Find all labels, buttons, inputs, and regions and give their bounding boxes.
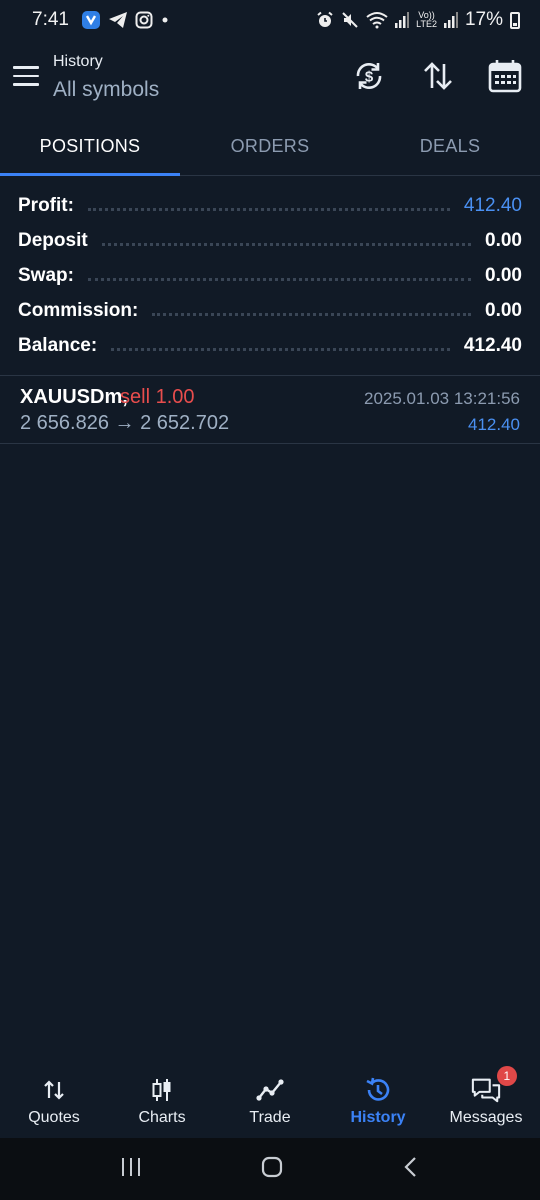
summary-label: Commission:: [18, 299, 139, 321]
alarm-icon: [316, 11, 334, 29]
charts-icon: [147, 1076, 177, 1104]
summary-label: Swap:: [18, 264, 74, 286]
wifi-icon: [366, 11, 388, 29]
system-navigation-bar: [0, 1138, 540, 1200]
symbol-filter[interactable]: All symbols: [53, 78, 159, 102]
nav-charts[interactable]: Charts: [108, 1066, 216, 1136]
summary-label: Balance:: [18, 334, 98, 356]
list-item[interactable]: XAUUSDm, sell 1.00 2 656.826 → 2 652.702…: [0, 376, 540, 443]
summary-label: Deposit: [18, 229, 88, 251]
nav-history[interactable]: History: [324, 1066, 432, 1136]
nav-label: History: [350, 1109, 406, 1126]
summary-row-deposit: Deposit 0.00: [18, 223, 522, 258]
page-title: History: [53, 53, 103, 70]
menu-icon[interactable]: [12, 62, 40, 90]
history-icon: [363, 1076, 393, 1104]
history-tabs: POSITIONS ORDERS DEALS: [0, 124, 540, 176]
summary-row-commission: Commission: 0.00: [18, 293, 522, 328]
position-side: sell 1.00: [120, 386, 195, 408]
nav-quotes[interactable]: Quotes: [0, 1066, 108, 1136]
summary-value: 412.40: [463, 334, 522, 356]
summary-row-swap: Swap: 0.00: [18, 258, 522, 293]
tab-positions[interactable]: POSITIONS: [0, 124, 180, 176]
nav-trade[interactable]: Trade: [216, 1066, 324, 1136]
position-profit: 412.40: [468, 415, 520, 434]
dotted-leader: [152, 313, 472, 316]
nav-label: Charts: [138, 1109, 186, 1126]
signal-icon: [395, 12, 410, 28]
nav-label: Trade: [249, 1109, 291, 1126]
unread-badge: 1: [496, 1066, 517, 1086]
mute-icon: [341, 11, 359, 29]
battery-icon: [510, 11, 520, 29]
sort-icon[interactable]: [420, 58, 456, 94]
messages-icon: [471, 1076, 501, 1104]
dot-icon: [160, 15, 170, 25]
position-datetime: 2025.01.03 13:21:56: [364, 389, 520, 408]
recent-apps-icon[interactable]: [119, 1156, 143, 1183]
home-icon[interactable]: [260, 1155, 284, 1184]
summary-panel: Profit: 412.40 Deposit 0.00 Swap: 0.00 C…: [18, 188, 522, 363]
quotes-icon: [39, 1076, 69, 1104]
dotted-leader: [111, 348, 450, 351]
calendar-icon[interactable]: [487, 58, 523, 94]
signal-icon: [443, 12, 458, 28]
dotted-leader: [87, 278, 472, 281]
divider: [0, 443, 540, 444]
back-icon[interactable]: [401, 1155, 421, 1184]
summary-value: 0.00: [485, 264, 522, 286]
summary-value: 0.00: [485, 229, 522, 251]
summary-row-profit: Profit: 412.40: [18, 188, 522, 223]
status-time: 7:41: [32, 9, 69, 30]
summary-value: 412.40: [463, 194, 522, 216]
summary-value: 0.00: [485, 299, 522, 321]
trade-icon: [255, 1076, 285, 1104]
tab-orders[interactable]: ORDERS: [180, 124, 360, 175]
summary-label: Profit:: [18, 194, 74, 216]
currency-refresh-icon[interactable]: $: [351, 58, 387, 94]
nav-label: Messages: [449, 1109, 523, 1126]
app-header: History All symbols $: [0, 40, 540, 114]
battery-percent: 17%: [464, 9, 503, 30]
nav-label: Quotes: [28, 1109, 80, 1126]
summary-row-balance: Balance: 412.40: [18, 328, 522, 363]
dotted-leader: [101, 243, 472, 246]
position-symbol: XAUUSDm,: [20, 386, 128, 408]
dotted-leader: [87, 208, 450, 211]
nav-messages[interactable]: 1 Messages: [432, 1066, 540, 1136]
tab-deals[interactable]: DEALS: [360, 124, 540, 175]
app-notification-icon: [81, 10, 101, 30]
telegram-icon: [108, 11, 128, 29]
position-prices: 2 656.826 → 2 652.702: [20, 412, 230, 434]
status-bar: 7:41 Vo)) LTE2 17%: [0, 0, 540, 40]
instagram-icon: [135, 11, 153, 29]
svg-text:$: $: [365, 69, 374, 86]
volte-icon: Vo)) LTE2: [416, 10, 437, 29]
bottom-navigation: Quotes Charts Trade History 1 Messages: [0, 1066, 540, 1136]
